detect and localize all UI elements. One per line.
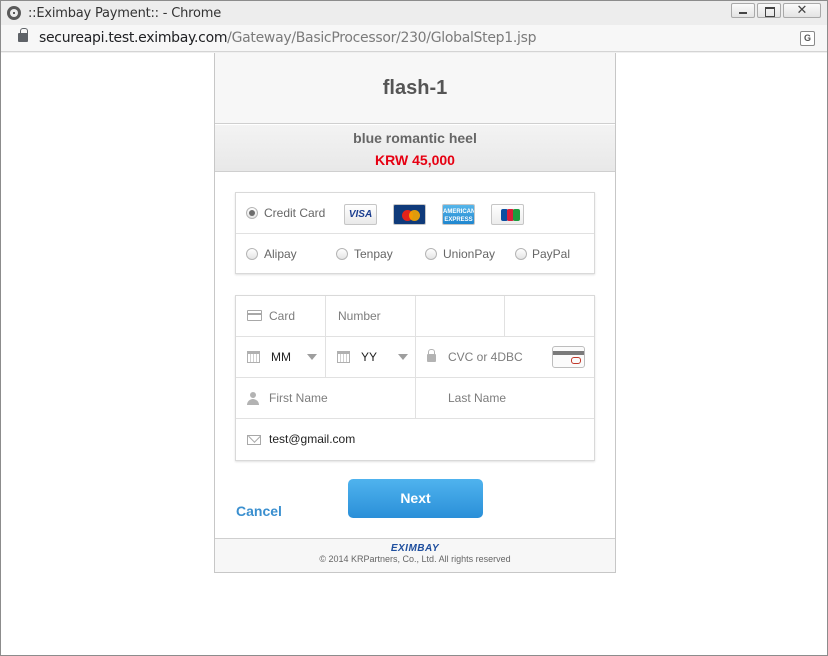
unionpay-label[interactable]: UnionPay <box>443 247 495 261</box>
card-label: Card <box>269 309 296 323</box>
expiry-year-select[interactable]: YY <box>326 337 416 378</box>
mail-icon <box>247 435 261 445</box>
unionpay-radio[interactable] <box>425 248 437 260</box>
method-row-cards: Credit Card VISA AMERICAN EXPRESS <box>236 193 594 234</box>
email-field[interactable]: test@gmail.com <box>236 419 594 460</box>
expiry-month-value: MM <box>271 350 291 364</box>
order-price: KRW 45,000 <box>375 152 455 168</box>
credit-card-label[interactable]: Credit Card <box>264 206 325 220</box>
merchant-header: flash-1 <box>215 53 615 124</box>
jcb-logo <box>491 204 524 225</box>
mastercard-logo <box>393 204 426 225</box>
product-name: blue romantic heel <box>353 130 477 146</box>
copyright-text: © 2014 KRPartners, Co., Ltd. All rights … <box>319 554 511 564</box>
mastercard-orange-circle <box>409 210 420 221</box>
amex-logo: AMERICAN EXPRESS <box>442 204 475 225</box>
translate-icon[interactable]: G <box>800 31 815 46</box>
tenpay-label[interactable]: Tenpay <box>354 247 393 261</box>
url-text[interactable]: secureapi.test.eximbay.com/Gateway/Basic… <box>39 30 536 46</box>
expiry-month-select[interactable]: MM <box>236 337 326 378</box>
card-number-placeholder: Number <box>338 309 381 323</box>
chevron-down-icon <box>398 354 408 360</box>
cvc-placeholder: CVC or 4DBC <box>448 350 523 364</box>
maximize-button[interactable] <box>757 3 781 18</box>
paypal-label[interactable]: PayPal <box>532 247 570 261</box>
next-button[interactable]: Next <box>348 479 483 518</box>
cvc-field[interactable]: CVC or 4DBC <box>416 337 594 378</box>
cvc-box <box>571 357 581 364</box>
chevron-down-icon <box>307 354 317 360</box>
address-bar[interactable]: secureapi.test.eximbay.com/Gateway/Basic… <box>1 25 827 52</box>
card-number-field-3[interactable] <box>505 296 594 337</box>
card-number-field-2[interactable] <box>416 296 505 337</box>
card-number-field-1[interactable]: Number <box>326 296 416 337</box>
expiry-year-value: YY <box>361 350 378 364</box>
window-title: ::Eximbay Payment:: - Chrome <box>28 6 222 21</box>
page-viewport: flash-1 blue romantic heel KRW 45,000 Cr… <box>1 53 827 655</box>
first-name-field[interactable]: First Name <box>236 378 416 419</box>
last-name-field[interactable]: Last Name <box>416 378 594 419</box>
last-name-placeholder: Last Name <box>448 391 507 405</box>
cvc-hint-icon <box>552 346 585 368</box>
alipay-label[interactable]: Alipay <box>264 247 297 261</box>
credit-card-radio[interactable] <box>246 207 258 219</box>
url-host: secureapi.test.eximbay.com <box>39 30 228 46</box>
jcb-green-bar <box>513 209 520 221</box>
minimize-button[interactable] <box>731 3 755 18</box>
card-label-cell: Card <box>236 296 326 337</box>
method-row-alternatives: Alipay Tenpay UnionPay PayPal <box>236 234 594 275</box>
calendar-icon <box>337 351 350 363</box>
merchant-name: flash-1 <box>382 77 448 99</box>
lock-icon <box>18 28 28 42</box>
lock-icon <box>427 349 436 362</box>
first-name-placeholder: First Name <box>269 391 328 405</box>
calendar-icon <box>247 351 260 363</box>
cancel-link[interactable]: Cancel <box>236 503 282 519</box>
email-value: test@gmail.com <box>269 432 356 446</box>
footer: EXIMBAY © 2014 KRPartners, Co., Ltd. All… <box>215 538 615 572</box>
card-details-form: Card Number MM YY CVC or 4DBC First Name… <box>235 295 595 461</box>
alipay-radio[interactable] <box>246 248 258 260</box>
order-summary: blue romantic heel KRW 45,000 <box>215 125 615 172</box>
paypal-radio[interactable] <box>515 248 527 260</box>
chrome-icon <box>7 6 21 20</box>
close-button[interactable]: ✕ <box>783 2 821 18</box>
browser-window: ::Eximbay Payment:: - Chrome ✕ secureapi… <box>0 0 828 656</box>
payment-method-selector: Credit Card VISA AMERICAN EXPRESS Alipay… <box>235 192 595 274</box>
url-path: /Gateway/BasicProcessor/230/GlobalStep1.… <box>227 30 537 46</box>
credit-card-icon <box>247 310 262 321</box>
payment-panel: flash-1 blue romantic heel KRW 45,000 Cr… <box>214 53 616 573</box>
visa-logo: VISA <box>344 204 377 225</box>
title-bar: ::Eximbay Payment:: - Chrome ✕ <box>1 1 827 25</box>
close-icon: ✕ <box>796 2 808 17</box>
tenpay-radio[interactable] <box>336 248 348 260</box>
card-stripe <box>553 351 584 355</box>
person-icon <box>247 392 259 405</box>
eximbay-logo: EXIMBAY <box>390 543 440 554</box>
